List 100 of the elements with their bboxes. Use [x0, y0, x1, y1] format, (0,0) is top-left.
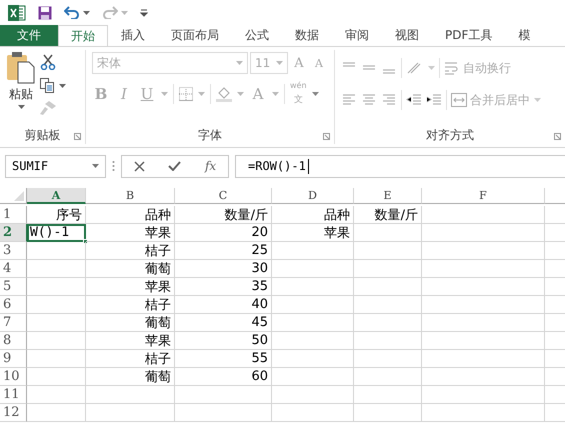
undo-icon[interactable]: [64, 6, 80, 19]
align-center-icon[interactable]: [361, 93, 377, 107]
table-cell: [27, 350, 86, 368]
table-cell: 60: [175, 368, 272, 386]
table-cell: 35: [175, 278, 272, 296]
column-header[interactable]: E: [354, 188, 422, 204]
ribbon-tab[interactable]: PDF工具: [432, 25, 506, 46]
table-cell: [27, 332, 86, 350]
table-cell: 50: [175, 332, 272, 350]
table-cell: [27, 260, 86, 278]
table-cell: [27, 368, 86, 386]
table-cell: [354, 278, 422, 296]
column-header[interactable]: C: [175, 188, 272, 204]
select-all-icon[interactable]: [14, 191, 24, 201]
row-header[interactable]: 6: [0, 296, 27, 314]
check-icon[interactable]: [168, 161, 182, 171]
row-header[interactable]: 4: [0, 260, 27, 278]
ribbon-tab[interactable]: 开始: [58, 25, 108, 46]
insert-function-button[interactable]: fx: [204, 159, 216, 173]
column-header[interactable]: F: [422, 188, 545, 204]
table-cell: [354, 314, 422, 332]
caret-icon[interactable]: [18, 105, 24, 109]
table-cell: 苹果: [86, 332, 175, 350]
table-cell: 品种: [272, 206, 354, 224]
table-cell: 40: [175, 296, 272, 314]
caret-icon[interactable]: [59, 84, 66, 88]
column-header[interactable]: B: [86, 188, 175, 204]
table-cell: [27, 278, 86, 296]
cut-icon[interactable]: [40, 54, 56, 70]
table-cell: 30: [175, 260, 272, 278]
dialog-launcher-icon[interactable]: [554, 133, 561, 140]
table-cell: 品种: [86, 206, 175, 224]
paste-button[interactable]: 粘贴: [9, 86, 33, 103]
table-cell: 20: [175, 224, 272, 242]
row-header[interactable]: 8: [0, 332, 27, 350]
ribbon-tab[interactable]: 页面布局: [158, 25, 232, 46]
table-cell: 45: [175, 314, 272, 332]
table-cell: [27, 386, 86, 404]
column-header[interactable]: D: [272, 188, 354, 204]
table-cell: [354, 296, 422, 314]
table-cell: [27, 314, 86, 332]
caret-icon[interactable]: [312, 92, 319, 96]
table-cell: [27, 242, 86, 260]
table-cell: [354, 224, 422, 242]
decrease-indent-icon[interactable]: [406, 93, 422, 107]
redo-icon[interactable]: [102, 6, 118, 19]
file-tab[interactable]: 文件: [0, 25, 58, 46]
table-cell: [354, 332, 422, 350]
ribbon-tab[interactable]: 公式: [232, 25, 282, 46]
row-header[interactable]: 10: [0, 368, 27, 386]
customize-toolbar-icon[interactable]: [140, 8, 148, 16]
grip-icon: [112, 160, 115, 172]
column-header[interactable]: A: [27, 188, 86, 204]
paste-icon[interactable]: [6, 52, 36, 84]
align-left-icon[interactable]: [341, 93, 357, 107]
row-header[interactable]: 12: [0, 404, 27, 422]
table-cell: [354, 404, 422, 422]
dialog-launcher-icon[interactable]: [323, 133, 330, 140]
table-cell: [354, 386, 422, 404]
table-cell: [354, 350, 422, 368]
ribbon-tab[interactable]: 模: [505, 25, 544, 46]
ribbon-tab[interactable]: 审阅: [332, 25, 382, 46]
ribbon-tab[interactable]: 视图: [382, 25, 432, 46]
table-cell: 25: [175, 242, 272, 260]
caret-icon[interactable]: [83, 10, 90, 14]
copy-icon[interactable]: [40, 78, 55, 93]
table-cell: 苹果: [272, 224, 354, 242]
row-header[interactable]: 7: [0, 314, 27, 332]
formula-field[interactable]: =ROW()-1: [235, 154, 565, 178]
name-box[interactable]: SUMIF: [5, 154, 106, 178]
fill-color-icon[interactable]: [216, 86, 232, 102]
format-painter-icon[interactable]: [40, 101, 56, 115]
group-title: 字体: [198, 126, 222, 144]
table-cell: 数量/斤: [354, 206, 422, 224]
row-header[interactable]: 5: [0, 278, 27, 296]
table-cell: [27, 296, 86, 314]
fill-handle[interactable]: [83, 239, 88, 244]
caret-icon[interactable]: [92, 164, 99, 168]
row-header[interactable]: 3: [0, 242, 27, 260]
row-header[interactable]: 9: [0, 350, 27, 368]
borders-icon[interactable]: [179, 86, 193, 100]
ribbon-tab[interactable]: 数据: [282, 25, 332, 46]
table-cell: 葡萄: [86, 260, 175, 278]
align-right-icon[interactable]: [381, 93, 397, 107]
row-header[interactable]: 2: [0, 224, 27, 242]
table-cell: 葡萄: [86, 368, 175, 386]
table-cell: 葡萄: [86, 314, 175, 332]
table-cell: [27, 404, 86, 422]
spreadsheet-logo-icon: [8, 4, 26, 20]
close-icon[interactable]: [134, 160, 145, 172]
row-header[interactable]: 1: [0, 206, 27, 224]
table-cell: 55: [175, 350, 272, 368]
save-icon[interactable]: [38, 6, 52, 20]
wrap-text-icon: [444, 61, 460, 75]
increase-indent-icon[interactable]: [426, 93, 442, 107]
active-cell-editor[interactable]: W()-1: [27, 224, 86, 242]
table-cell: 序号: [27, 206, 86, 224]
dialog-launcher-icon[interactable]: [74, 133, 81, 140]
row-header[interactable]: 11: [0, 386, 27, 404]
ribbon-tab[interactable]: 插入: [108, 25, 158, 46]
